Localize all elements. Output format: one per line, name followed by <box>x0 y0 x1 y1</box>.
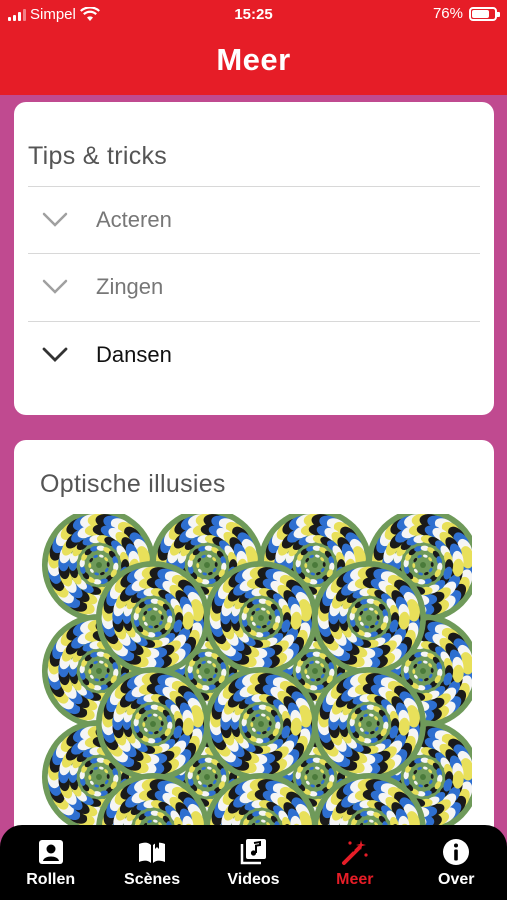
tab-scenes[interactable]: Scènes <box>105 825 200 889</box>
tab-over[interactable]: Over <box>409 825 504 889</box>
status-time: 15:25 <box>234 6 273 23</box>
tab-label: Scènes <box>124 871 181 888</box>
tab-label: Videos <box>227 871 280 888</box>
tab-label: Over <box>438 871 475 888</box>
accordion-label: Zingen <box>96 274 164 299</box>
status-right: 76% <box>432 5 500 22</box>
tab-meer[interactable]: Meer <box>307 825 402 889</box>
tips-title: Tips & tricks <box>28 142 168 170</box>
battery-icon <box>469 6 500 21</box>
music-stack-icon <box>241 839 267 865</box>
accordion-item-dansen[interactable]: Dansen <box>28 321 480 388</box>
accordion-label: Dansen <box>96 342 172 367</box>
tab-rollen[interactable]: Rollen <box>3 825 98 889</box>
chevron-down-icon <box>42 212 68 227</box>
magic-wand-icon <box>341 840 368 865</box>
accordion-label: Acteren <box>96 207 172 232</box>
tips-card: Tips & tricks Acteren Zingen Dansen <box>14 102 494 415</box>
tab-videos[interactable]: Videos <box>206 825 301 889</box>
illusion-disc <box>203 666 319 782</box>
illusions-title: Optische illusies <box>40 470 226 498</box>
illusion-disc <box>311 560 427 676</box>
app-header: Simpel 15:25 76% Meer <box>0 0 507 95</box>
illusion-disc <box>311 666 427 782</box>
accordion-item-zingen[interactable]: Zingen <box>28 253 480 320</box>
battery-percent: 76% <box>432 5 463 22</box>
illusion-disc <box>203 560 319 676</box>
chevron-down-icon <box>42 279 68 294</box>
tab-label: Meer <box>336 871 374 888</box>
book-icon <box>139 841 166 863</box>
accordion-item-acteren[interactable]: Acteren <box>28 186 480 253</box>
illusion-disc <box>95 560 211 676</box>
tab-label: Rollen <box>26 871 76 888</box>
person-badge-icon <box>38 840 63 864</box>
status-bar: Simpel 15:25 76% <box>0 0 507 30</box>
chevron-down-icon <box>42 347 68 362</box>
tab-bar: Rollen Scènes Videos Meer Over <box>0 825 507 900</box>
illusion-disc <box>95 666 211 782</box>
info-icon <box>443 839 470 865</box>
page-title: Meer <box>216 42 291 77</box>
